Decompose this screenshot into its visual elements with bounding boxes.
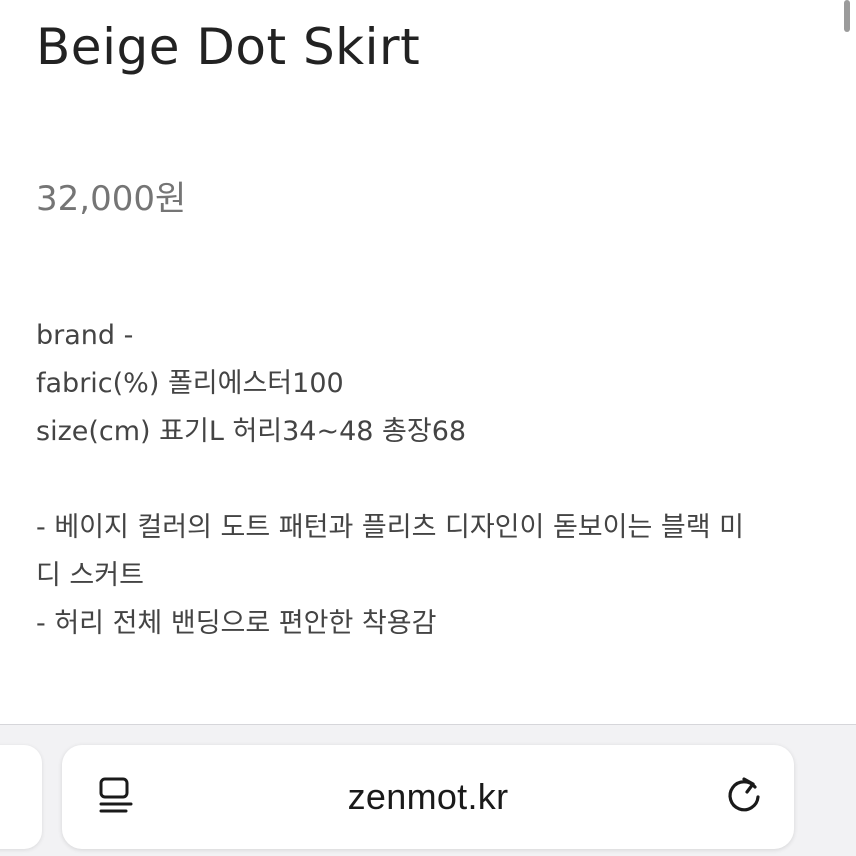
detail-brand: brand -: [36, 320, 134, 351]
scroll-indicator[interactable]: [844, 0, 850, 32]
description-line-3: - 허리 전체 밴딩으로 편안한 착용감: [36, 608, 437, 639]
description-line-1: - 베이지 컬러의 도트 패턴과 플리츠 디자인이 돋보이는 블랙 미: [36, 512, 744, 543]
product-page: Beige Dot Skirt 32,000원 brand - fabric(%…: [0, 0, 856, 724]
product-title: Beige Dot Skirt: [36, 18, 421, 76]
previous-tab-card[interactable]: [0, 745, 42, 849]
description-line-2: 디 스커트: [36, 560, 144, 591]
url-text[interactable]: zenmot.kr: [62, 775, 794, 819]
reload-icon[interactable]: [722, 773, 766, 817]
detail-fabric: fabric(%) 폴리에스터100: [36, 368, 344, 399]
address-bar[interactable]: zenmot.kr: [62, 745, 794, 849]
detail-size: size(cm) 표기L 허리34~48 총장68: [36, 416, 467, 447]
product-price: 32,000원: [36, 179, 187, 219]
